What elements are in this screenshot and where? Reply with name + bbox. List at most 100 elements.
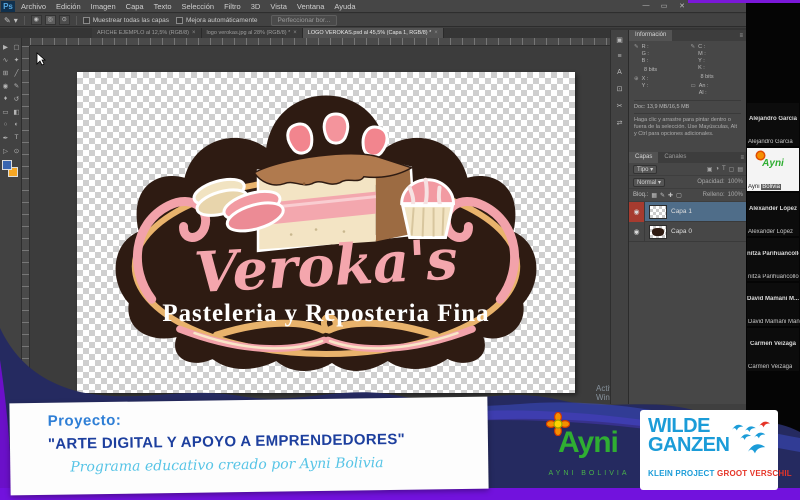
refine-edge-button[interactable]: Perfeccionar bor... (270, 14, 338, 26)
opacity-value[interactable]: 100% (728, 179, 743, 185)
blend-mode-select[interactable]: Normal ▾ (633, 177, 666, 187)
layer-visibility-eye-icon[interactable]: ◉ (629, 201, 645, 222)
lock-all-icon[interactable]: ▢ (676, 192, 682, 199)
layer-row-capa-0[interactable]: ◉ Capa 0 (629, 221, 747, 242)
filter-adjustment-icon[interactable]: ◑ (715, 166, 719, 173)
type-tool-icon[interactable]: T (11, 131, 22, 144)
actions-panel-icon[interactable]: ✂ (617, 102, 623, 110)
participant-tile-ayni[interactable]: Ayni Ayni Bolivia (747, 148, 799, 191)
tool-hint-text: Haga clic y arrastre para pintar dentro … (634, 113, 741, 138)
fill-value[interactable]: 100% (728, 192, 743, 198)
menu-3d[interactable]: 3D (247, 0, 265, 13)
menu-ventana[interactable]: Ventana (293, 0, 329, 13)
layer-row-capa-1[interactable]: ◉ Capa 1 (629, 201, 747, 222)
eraser-tool-icon[interactable]: ▭ (0, 105, 11, 118)
character-panel-icon[interactable]: A (617, 69, 622, 76)
menu-capa[interactable]: Capa (122, 0, 148, 13)
tab-canales[interactable]: Canales (658, 152, 692, 163)
sample-all-layers-checkbox[interactable] (82, 16, 90, 24)
panel-menu-icon[interactable]: ≡ (739, 33, 743, 39)
tab-logo-verokas-psd[interactable]: LOGO VEROKAS.psd al 45,5% (Capa 1, RGB/8… (302, 28, 444, 38)
styles-panel-icon[interactable]: ⊡ (617, 85, 623, 93)
menu-archivo[interactable]: Archivo (17, 0, 50, 13)
participant-tile[interactable]: Carmen Veizaga Carmen Veizaga (747, 328, 799, 371)
spot-healing-tool-icon[interactable]: ◉ (0, 79, 11, 92)
move-tool-icon[interactable]: ▶ (0, 40, 11, 53)
participant-tile[interactable]: nitza Parihuancollo nitza Parihuancollo (747, 238, 799, 281)
menu-imagen[interactable]: Imagen (87, 0, 120, 13)
project-title: "ARTE DIGITAL Y APOYO A EMPRENDEDORES" (47, 430, 406, 453)
eyedropper-tool-icon[interactable]: ╱ (11, 66, 22, 79)
crop-tool-icon[interactable]: ⊞ (0, 66, 11, 79)
filter-shape-icon[interactable]: ▢ (729, 166, 735, 173)
dodge-tool-icon[interactable]: ◐ (11, 118, 22, 131)
screen: Ps Archivo Edición Imagen Capa Texto Sel… (0, 0, 800, 500)
menu-ayuda[interactable]: Ayuda (330, 0, 359, 13)
marquee-tool-icon[interactable]: ▢ (11, 40, 22, 53)
zoom-tool-icon[interactable]: ⊙ (11, 144, 22, 157)
path-selection-tool-icon[interactable]: ▷ (0, 144, 11, 157)
participant-label: Alejandro Garcia (748, 139, 793, 145)
lock-pixels-icon[interactable]: ✎ (660, 192, 665, 199)
mode-content-aware-button[interactable]: ⊙ (58, 15, 70, 25)
quick-selection-tool-icon[interactable]: ✦ (11, 53, 22, 66)
properties-panel-icon[interactable]: ≡ (617, 53, 621, 60)
menu-texto[interactable]: Texto (150, 0, 176, 13)
gradient-tool-icon[interactable]: ◧ (11, 105, 22, 118)
pen-tool-icon[interactable]: ✒ (0, 131, 11, 144)
layer-name[interactable]: Capa 0 (671, 228, 692, 235)
participant-tile[interactable]: Alexander López Alexander López (747, 193, 799, 236)
clone-stamp-tool-icon[interactable]: ♦ (0, 92, 11, 105)
tab-afiche-ejemplo[interactable]: AFICHE EJEMPLO al 12,5% (RGB/8) × (92, 28, 202, 38)
participant-tile[interactable]: Alejandro García Alejandro Garcia (747, 103, 799, 146)
history-panel-icon[interactable]: ▣ (616, 36, 623, 44)
menu-seleccion[interactable]: Selección (178, 0, 219, 13)
opacity-label: Opacidad: (697, 179, 725, 185)
tab-close-icon[interactable]: × (293, 30, 297, 36)
panel-menu-icon[interactable]: ≡ (740, 155, 744, 161)
preset-dropdown-icon[interactable]: ▾ (14, 16, 18, 25)
mode-proximity-button[interactable]: ◉ (30, 15, 42, 25)
close-button[interactable]: ✕ (676, 2, 688, 10)
eyedropper-icon: ✎ (634, 44, 639, 50)
lock-position-icon[interactable]: ✚ (668, 192, 673, 199)
document-canvas[interactable]: Veroka's Pasteleria y Reposteria Fina (77, 72, 575, 393)
layer-thumbnail[interactable] (649, 204, 667, 219)
participant-tile[interactable]: David Mamani M... David Mamani Mancilla (747, 283, 800, 326)
brush-tool-icon[interactable]: ✎ (11, 79, 22, 92)
tab-close-icon[interactable]: × (192, 30, 196, 36)
filter-type-icon[interactable]: T (722, 166, 726, 173)
tagline-text: Pasteleria y Reposteria Fina (162, 300, 489, 327)
participant-label: David Mamani Mancilla (748, 319, 800, 325)
minimize-button[interactable]: — (640, 2, 652, 10)
lock-transparency-icon[interactable]: ▦ (651, 192, 657, 199)
blur-tool-icon[interactable]: ○ (0, 118, 11, 131)
menubar: Ps Archivo Edición Imagen Capa Texto Sel… (0, 0, 746, 13)
tab-logo-verokas-jpg[interactable]: logo verokas.jpg al 28% (RGB/8) * × (201, 28, 303, 38)
tab-capas[interactable]: Capas (629, 152, 659, 163)
lock-row: Bloq.: ▦ ✎ ✚ ▢ Relleno: 100% (629, 189, 747, 202)
ayni-logo: Ayni AYNI BOLIVIA (540, 412, 638, 492)
layer-name[interactable]: Capa 1 (671, 208, 692, 215)
lasso-tool-icon[interactable]: ∿ (0, 53, 11, 66)
tab-close-icon[interactable]: × (434, 30, 438, 36)
tool-preset-icon[interactable]: ✎ (4, 16, 11, 25)
menu-filtro[interactable]: Filtro (220, 0, 245, 13)
filter-pixel-icon[interactable]: ▣ (707, 166, 713, 173)
foreground-color-swatch[interactable] (2, 160, 12, 170)
filter-smart-icon[interactable]: ▤ (737, 166, 743, 173)
menu-vista[interactable]: Vista (266, 0, 291, 13)
layer-visibility-eye-icon[interactable]: ◉ (629, 221, 645, 242)
restore-button[interactable]: ▭ (658, 2, 670, 10)
mode-create-texture-button[interactable]: ◎ (44, 15, 56, 25)
tab-informacion[interactable]: Información (629, 30, 673, 41)
mouse-cursor (36, 52, 46, 66)
menu-edicion[interactable]: Edición (52, 0, 85, 13)
auto-enhance-checkbox[interactable] (175, 16, 183, 24)
swap-panel-icon[interactable]: ⇄ (617, 119, 623, 127)
history-brush-tool-icon[interactable]: ↺ (11, 92, 22, 105)
participant-name: David Mamani M... (747, 296, 799, 302)
layer-thumbnail[interactable] (649, 224, 667, 239)
vertical-ruler (22, 46, 30, 404)
filter-type-select[interactable]: Tipo ▾ (633, 164, 658, 174)
